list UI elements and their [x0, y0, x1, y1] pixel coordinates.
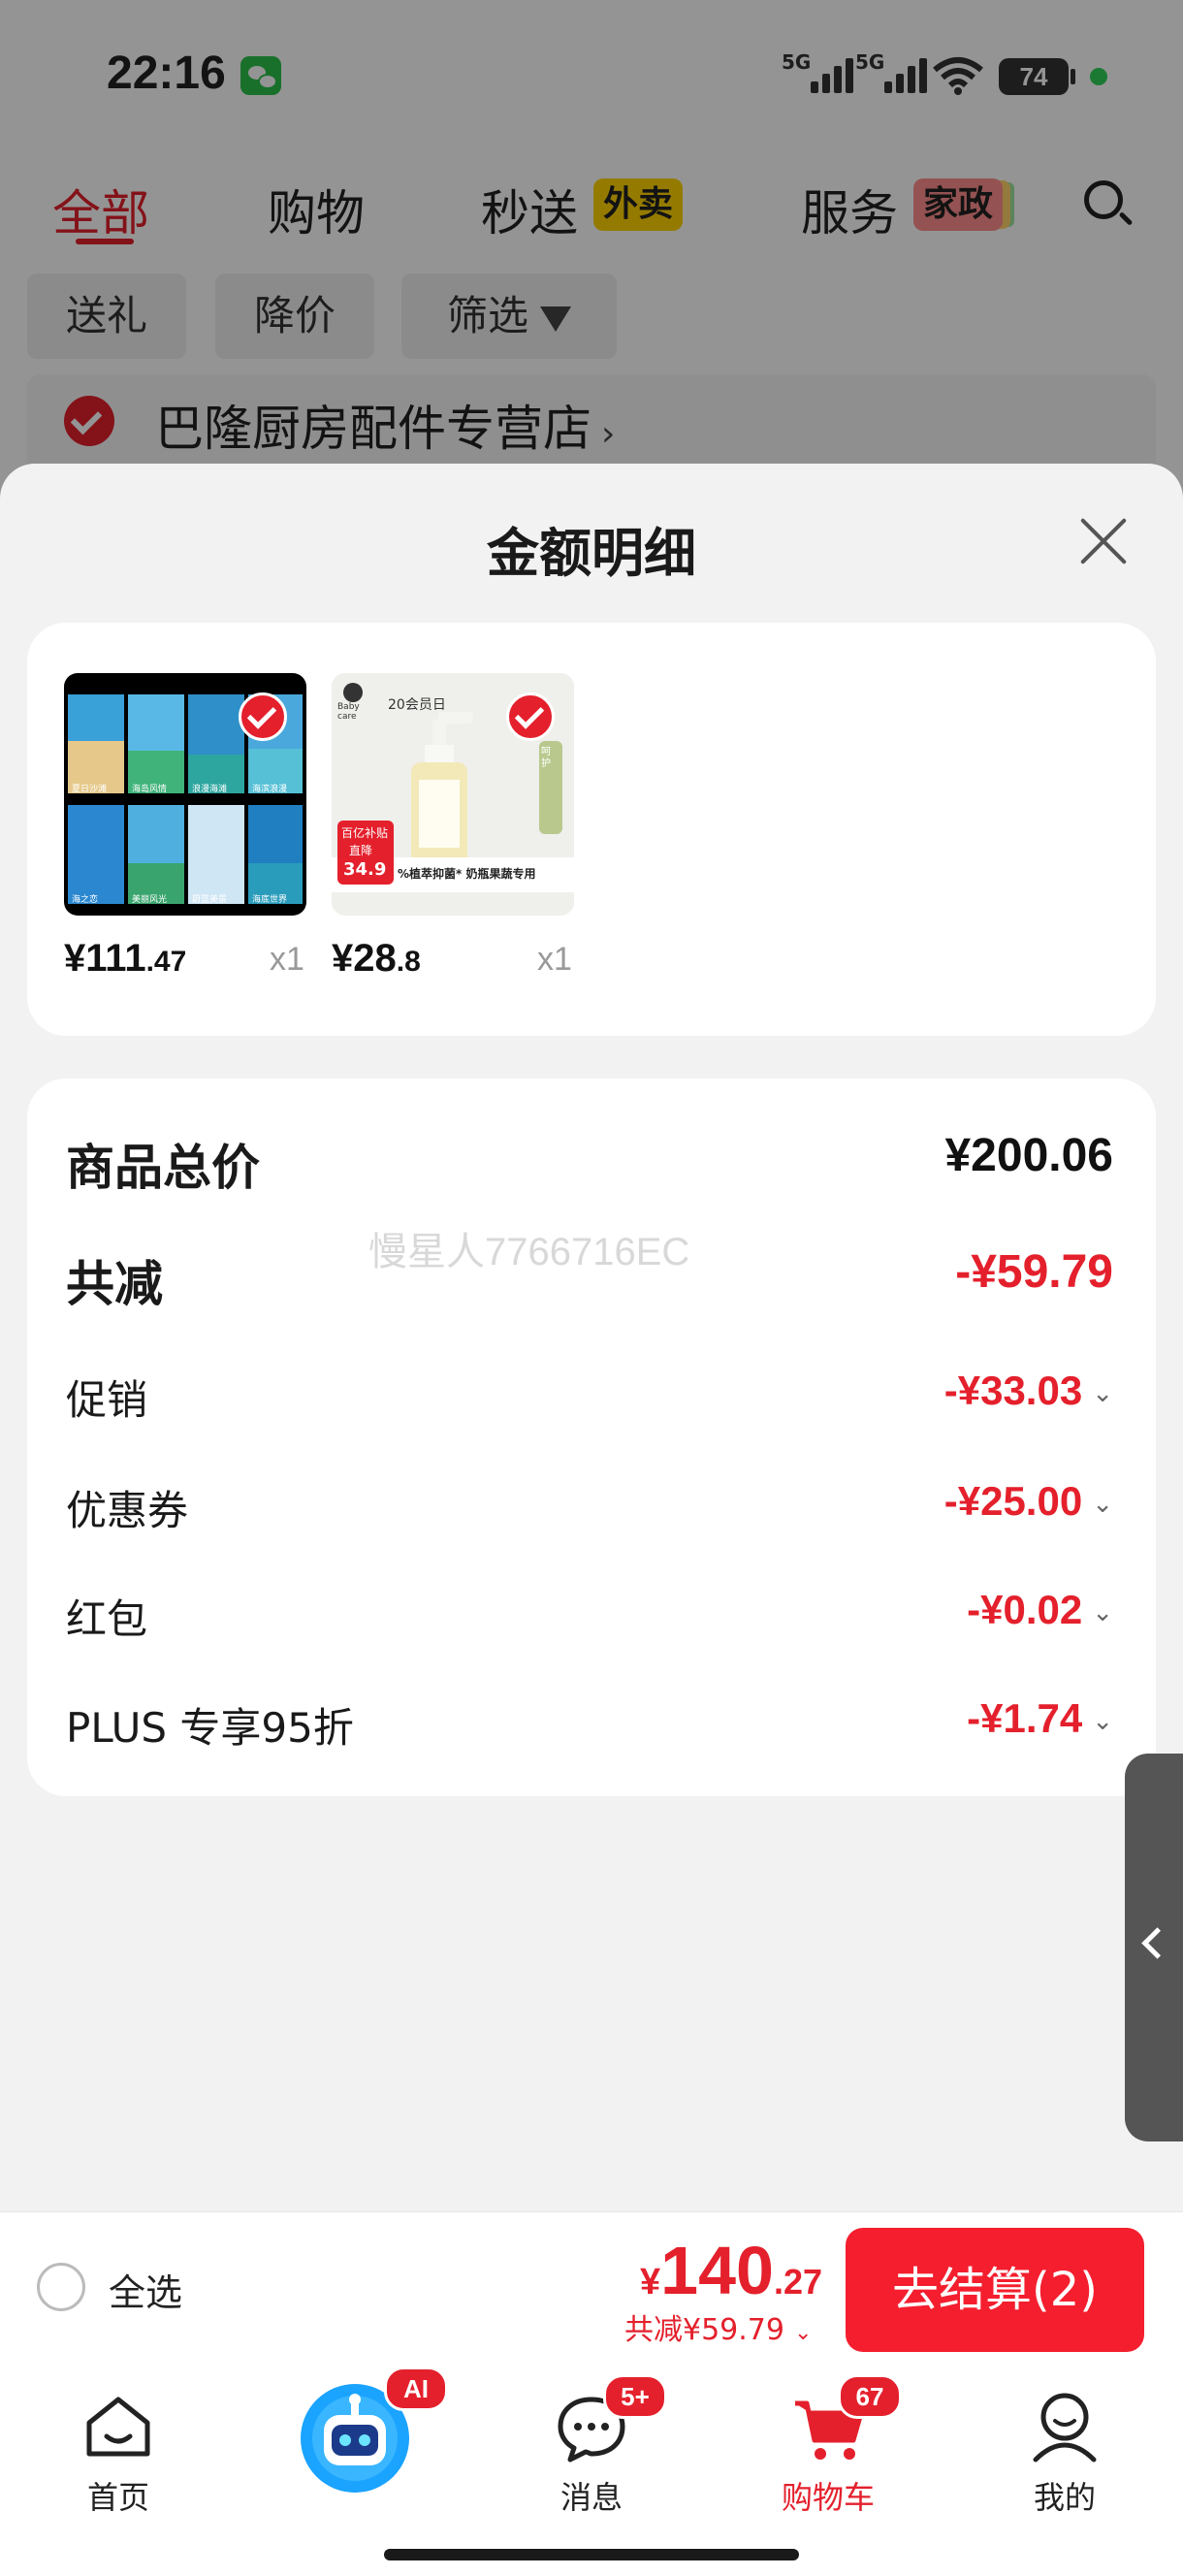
nav-cart[interactable]: 67 购物车: [731, 2367, 925, 2531]
home-icon: [86, 2397, 150, 2457]
tile-caption: 海滨浪漫: [252, 785, 288, 794]
tile-caption: 海之恋: [72, 895, 99, 905]
chevron-down-icon: ⌄: [1092, 1489, 1113, 1519]
total-dec: .27: [773, 2262, 822, 2302]
plus-discount-label: PLUS 专享95折: [66, 1704, 354, 1752]
tile-caption: 夏日沙滩: [72, 785, 108, 794]
tile-caption: 蔚蓝美景: [192, 895, 228, 905]
subsidy-label: 百亿补贴: [341, 826, 389, 840]
price-summary-card: 商品总价 ¥200.06 共减 -¥59.79 促销 -¥33.03 ⌄ 优惠券 …: [27, 1079, 1156, 1796]
plus-discount-value: -¥1.74: [967, 1695, 1083, 1741]
tile-caption: 浪漫海滩: [192, 785, 228, 794]
profile-icon: [1033, 2393, 1097, 2463]
product-price-int: ¥111: [64, 937, 146, 980]
red-packet-label: 红包: [66, 1595, 148, 1643]
red-packet-value: -¥0.02: [967, 1587, 1083, 1632]
product-quantity: x1: [537, 941, 572, 978]
checkout-bar: 全选 ¥140.27 共减¥59.79 ⌄ 去结算(2): [0, 2211, 1183, 2367]
promo-price: 34.9: [343, 859, 387, 880]
coupon-value: -¥25.00: [943, 1478, 1083, 1524]
promo-value: -¥33.03: [943, 1368, 1083, 1413]
side-panel-handle[interactable]: [1125, 1754, 1183, 2141]
promo-row[interactable]: -¥33.03 ⌄: [944, 1368, 1113, 1414]
nav-home[interactable]: 首页: [21, 2367, 215, 2531]
select-all-checkbox[interactable]: [37, 2263, 85, 2311]
product-checkbox-checked[interactable]: [506, 692, 555, 741]
product-price: ¥28.8: [332, 937, 421, 981]
plus-discount-row[interactable]: -¥1.74 ⌄: [967, 1695, 1113, 1742]
member-day-label: 20会员日: [388, 697, 446, 713]
product-price-dec: .8: [396, 946, 421, 978]
product-quantity: x1: [270, 941, 304, 978]
chevron-left-icon: [1141, 1927, 1173, 1959]
nav-home-label: 首页: [86, 2479, 149, 2516]
subsidy-label-2: 直降: [349, 844, 373, 857]
modal-overlay[interactable]: [0, 0, 1183, 504]
home-indicator: [384, 2549, 799, 2560]
chevron-down-icon: ⌄: [793, 2321, 813, 2345]
cart-badge: 67: [838, 2374, 902, 2419]
side-tag: 呵护: [541, 747, 551, 769]
checkout-total: ¥140.27: [640, 2232, 822, 2309]
coupon-row[interactable]: -¥25.00 ⌄: [944, 1478, 1113, 1525]
tile-caption: 美丽风光: [132, 895, 168, 905]
total-int: 140: [660, 2233, 774, 2308]
product-slogan: %植萃抑菌* 奶瓶果蔬专用: [398, 867, 536, 881]
chevron-down-icon: ⌄: [1092, 1597, 1113, 1627]
total-price-value: ¥200.06: [944, 1130, 1113, 1181]
product-price-int: ¥28: [332, 937, 397, 980]
bottom-nav: 首页 AI 5+ 消息 67 购物车 我的: [0, 2367, 1183, 2576]
close-icon[interactable]: [1076, 514, 1131, 568]
sheet-title: 金额明细: [487, 523, 696, 584]
product-image-travel-tiles[interactable]: 夏日沙滩 海岛风情 浪漫海滩 海滨浪漫 海之恋 美丽风光 蔚蓝美景 海底世界: [64, 673, 306, 916]
watermark: 慢星人7766716EC: [368, 1231, 690, 1273]
product-price: ¥111.47: [64, 937, 186, 981]
total-discount-label: 共减: [66, 1256, 163, 1312]
chevron-down-icon: ⌄: [1092, 1378, 1113, 1408]
tile-caption: 海岛风情: [132, 785, 168, 794]
checkout-button[interactable]: 去结算(2): [846, 2228, 1144, 2352]
messages-badge: 5+: [603, 2374, 667, 2419]
red-packet-row[interactable]: -¥0.02 ⌄: [967, 1587, 1113, 1633]
product-price-dec: .47: [145, 946, 187, 978]
nav-mine[interactable]: 我的: [968, 2367, 1162, 2531]
promo-label: 促销: [66, 1376, 148, 1424]
checkout-saved-text: 共减¥59.79: [624, 2313, 784, 2347]
product-checkbox-checked[interactable]: [239, 692, 287, 741]
total-price-label: 商品总价: [66, 1140, 260, 1196]
products-card: 夏日沙滩 海岛风情 浪漫海滩 海滨浪漫 海之恋 美丽风光 蔚蓝美景 海底世界 ¥…: [27, 623, 1156, 1036]
tile-caption: 海底世界: [252, 895, 288, 905]
nav-messages-label: 消息: [560, 2479, 623, 2516]
product-image-cleanser[interactable]: Baby care 20会员日 百亿补贴 直降 34.9 %植萃抑菌* 奶瓶果蔬…: [332, 673, 574, 916]
nav-messages[interactable]: 5+ 消息: [495, 2367, 688, 2531]
nav-mine-label: 我的: [1033, 2479, 1096, 2516]
currency-symbol: ¥: [640, 2262, 661, 2302]
brand-label: Baby care: [337, 702, 360, 722]
coupon-label: 优惠券: [66, 1487, 189, 1534]
nav-cart-label: 购物车: [781, 2479, 875, 2516]
checkout-saved-toggle[interactable]: 共减¥59.79 ⌄: [624, 2305, 812, 2348]
total-discount-value: -¥59.79: [955, 1246, 1113, 1298]
ai-badge: AI: [384, 2367, 448, 2411]
nav-ai-assistant[interactable]: AI: [258, 2367, 452, 2531]
chevron-down-icon: ⌄: [1092, 1706, 1113, 1736]
select-all-label[interactable]: 全选: [109, 2263, 182, 2316]
